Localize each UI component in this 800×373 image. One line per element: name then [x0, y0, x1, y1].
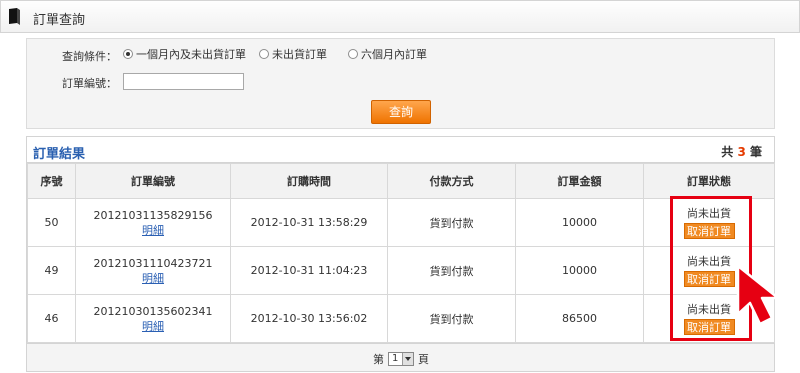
- radio-dot[interactable]: [123, 49, 133, 59]
- search-button[interactable]: 查詢: [371, 100, 431, 124]
- pagination-inner: 第 1 頁: [373, 351, 429, 367]
- table-row: 50 20121031135829156 明細 2012-10-31 13:58…: [27, 198, 775, 247]
- col-payment: 付款方式: [387, 163, 516, 199]
- payment-cell: 貨到付款: [387, 198, 516, 247]
- orders-table: 序號 訂單編號 訂購時間 付款方式 訂單金額 訂單狀態 50 201210311…: [27, 163, 775, 343]
- amount-cell: 86500: [515, 294, 644, 343]
- chevron-down-icon[interactable]: [402, 353, 413, 365]
- radio-unshipped[interactable]: 未出貨訂單: [259, 47, 327, 61]
- table-row: 46 20121030135602341 明細 2012-10-30 13:56…: [27, 294, 775, 343]
- results-header: 訂單結果 共 3 筆: [27, 137, 774, 163]
- page-title: 訂單查詢: [33, 13, 86, 28]
- col-order-time: 訂購時間: [230, 163, 388, 199]
- order-no-cell: 20121031110423721 明細: [75, 246, 231, 295]
- table-header-row: 序號 訂單編號 訂購時間 付款方式 訂單金額 訂單狀態: [27, 163, 775, 199]
- amount-cell: 10000: [515, 246, 644, 295]
- order-no-input[interactable]: [123, 73, 244, 90]
- payment-cell: 貨到付款: [387, 294, 516, 343]
- order-no-cell: 20121031135829156 明細: [75, 198, 231, 247]
- page: 訂單查詢 查詢條件： 一個月內及未出貨訂單 未出貨訂單 六個月內訂單 訂單編號：…: [0, 0, 800, 373]
- seq-cell: 49: [27, 246, 76, 295]
- radio-dot[interactable]: [348, 49, 358, 59]
- order-no: 20121030135602341: [93, 304, 213, 318]
- pagination: 第 1 頁: [27, 343, 774, 371]
- col-status: 訂單狀態: [643, 163, 775, 199]
- radio-month-and-unshipped[interactable]: 一個月內及未出貨訂單: [123, 47, 246, 61]
- amount-cell: 10000: [515, 198, 644, 247]
- page-prefix: 第: [373, 353, 384, 366]
- page-suffix: 頁: [418, 353, 429, 366]
- col-seq: 序號: [27, 163, 76, 199]
- header-bar: 訂單查詢: [0, 0, 800, 33]
- radio-six-months[interactable]: 六個月內訂單: [348, 47, 427, 61]
- order-no-cell: 20121030135602341 明細: [75, 294, 231, 343]
- order-no: 20121031110423721: [93, 256, 213, 270]
- results-title: 訂單結果: [33, 147, 86, 162]
- table-row: 49 20121031110423721 明細 2012-10-31 11:04…: [27, 246, 775, 295]
- book-icon: [9, 8, 20, 25]
- results-count: 共 3 筆: [721, 145, 762, 159]
- condition-label: 查詢條件：: [62, 50, 117, 63]
- detail-link[interactable]: 明細: [76, 319, 230, 334]
- page-select[interactable]: 1: [388, 352, 414, 366]
- time-cell: 2012-10-31 13:58:29: [230, 198, 388, 247]
- order-no-label: 訂單編號：: [62, 77, 117, 90]
- time-cell: 2012-10-31 11:04:23: [230, 246, 388, 295]
- payment-cell: 貨到付款: [387, 246, 516, 295]
- search-form: 查詢條件： 一個月內及未出貨訂單 未出貨訂單 六個月內訂單 訂單編號： 查詢: [26, 38, 775, 129]
- detail-link[interactable]: 明細: [76, 271, 230, 286]
- radio-dot[interactable]: [259, 49, 269, 59]
- col-order-no: 訂單編號: [75, 163, 231, 199]
- seq-cell: 46: [27, 294, 76, 343]
- results-panel: 訂單結果 共 3 筆 序號 訂單編號 訂購時間 付款方式 訂單金額 訂單狀態 5…: [26, 136, 775, 372]
- detail-link[interactable]: 明細: [76, 223, 230, 238]
- order-no: 20121031135829156: [93, 208, 213, 222]
- col-amount: 訂單金額: [515, 163, 644, 199]
- seq-cell: 50: [27, 198, 76, 247]
- time-cell: 2012-10-30 13:56:02: [230, 294, 388, 343]
- red-arrow-cursor-icon: [736, 264, 780, 326]
